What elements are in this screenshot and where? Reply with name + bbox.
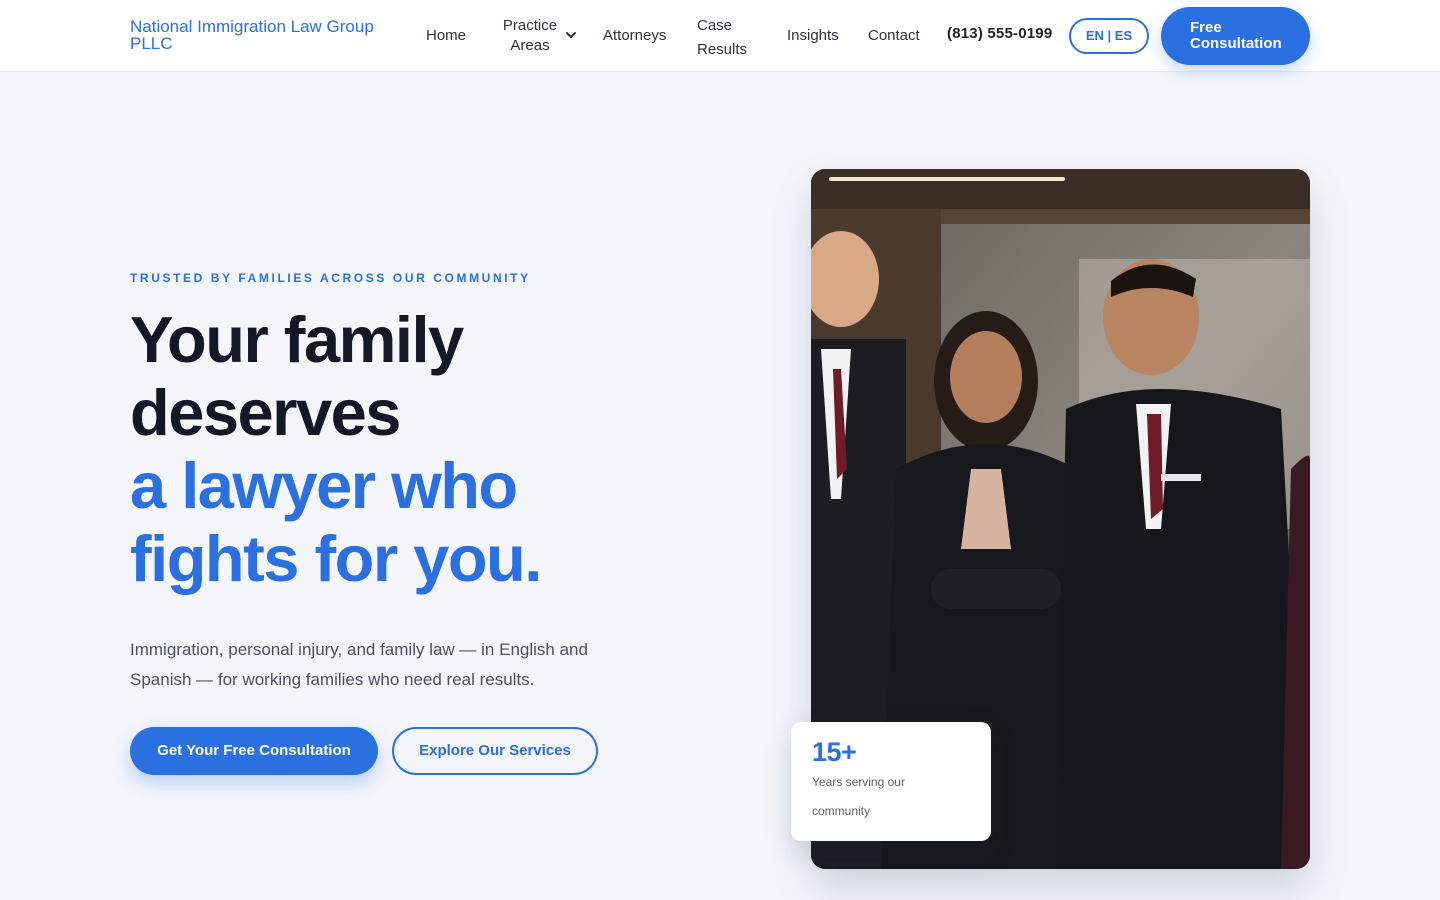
headline-line-3: a lawyer who — [130, 449, 518, 522]
phone-link[interactable]: (813) 555-0199 — [947, 25, 1052, 42]
site-logo[interactable]: National Immigration Law Group PLLC — [130, 18, 400, 52]
nav-home[interactable]: Home — [426, 26, 466, 46]
explore-services-button[interactable]: Explore Our Services — [392, 727, 598, 775]
language-toggle[interactable]: EN | ES — [1069, 18, 1149, 54]
hero-headline: Your family deserves a lawyer who fights… — [130, 303, 750, 595]
headline-line-4: fights for you. — [130, 522, 542, 595]
nav-attorneys[interactable]: Attorneys — [603, 26, 666, 46]
nav-practice-areas[interactable]: Practice Areas — [502, 16, 558, 56]
stat-label: Years serving our community — [812, 775, 905, 818]
chevron-down-icon[interactable] — [564, 28, 578, 42]
stat-value: 15+ — [812, 737, 857, 767]
get-consultation-button[interactable]: Get Your Free Consultation — [130, 727, 378, 775]
headline-line-1: Your family — [130, 303, 464, 376]
free-consultation-button[interactable]: Free Consultation — [1161, 7, 1310, 65]
nav-insights[interactable]: Insights — [787, 26, 839, 46]
hero-eyebrow: TRUSTED BY FAMILIES ACROSS OUR COMMUNITY — [130, 271, 531, 285]
nav-case-results[interactable]: Case Results — [697, 14, 757, 62]
stat-card: 15+ Years serving our community — [791, 722, 991, 841]
nav-contact[interactable]: Contact — [868, 26, 920, 46]
hero-subtext: Immigration, personal injury, and family… — [130, 640, 588, 689]
headline-line-2: deserves — [130, 376, 401, 449]
site-header: National Immigration Law Group PLLC Home… — [0, 0, 1440, 72]
